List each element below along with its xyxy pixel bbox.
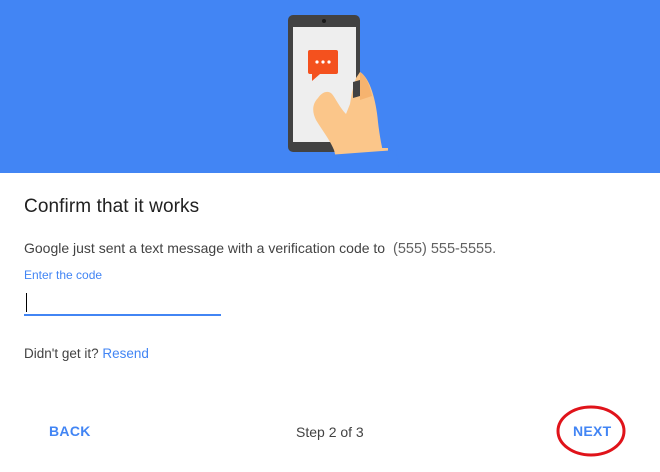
- resend-link[interactable]: Resend: [102, 346, 149, 361]
- verification-message: Google just sent a text message with a v…: [24, 240, 496, 257]
- text-cursor: [26, 293, 27, 312]
- verification-dialog: Confirm that it works Google just sent a…: [0, 0, 660, 472]
- step-indicator: Step 2 of 3: [296, 424, 364, 440]
- hero-banner: [0, 0, 660, 173]
- verification-code-input[interactable]: [24, 288, 221, 316]
- resend-row: Didn't get it? Resend: [24, 346, 149, 361]
- next-highlight-circle: [556, 405, 626, 457]
- resend-prompt: Didn't get it?: [24, 346, 99, 361]
- code-field-label: Enter the code: [24, 268, 103, 282]
- dialog-title: Confirm that it works: [24, 196, 200, 217]
- phone-number: (555) 555-5555.: [392, 241, 497, 257]
- phone-hand-illustration: [288, 15, 400, 173]
- message-text: Google just sent a text message with a v…: [24, 240, 386, 256]
- back-button[interactable]: BACK: [49, 423, 91, 439]
